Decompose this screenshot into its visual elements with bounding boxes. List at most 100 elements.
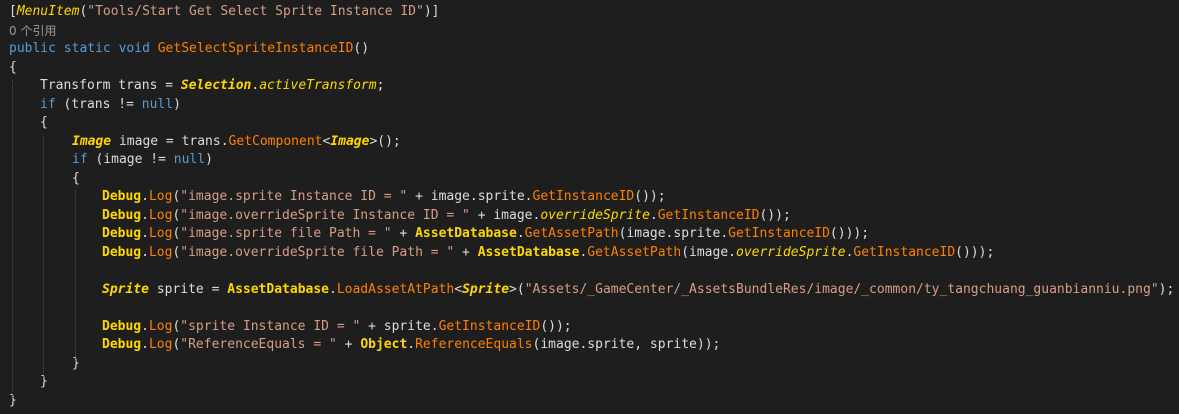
method-reference-equals: ReferenceEquals xyxy=(415,337,533,352)
signature-parens: () xyxy=(353,41,370,56)
class-debug: Debug xyxy=(102,226,142,241)
class-debug: Debug xyxy=(102,189,142,204)
code-text: . xyxy=(141,337,149,352)
code-text: ()); xyxy=(759,207,791,223)
code-text: . xyxy=(649,207,658,223)
string-literal: "image.overrideSprite file Path = " xyxy=(180,244,455,260)
code-text: ())); xyxy=(829,226,870,241)
method-log: Log xyxy=(148,207,173,223)
method-log: Log xyxy=(148,189,173,204)
code-line-brace-open: { xyxy=(0,114,1179,133)
code-text: (image.sprite. xyxy=(618,226,729,241)
code-text: . xyxy=(251,78,260,93)
generic-sprite: Sprite xyxy=(462,281,510,297)
type-sprite: Sprite xyxy=(102,281,149,297)
code-text: >( xyxy=(509,281,525,297)
method-get-asset-path: GetAssetPath xyxy=(524,226,619,241)
code-text: ) xyxy=(205,152,213,167)
attribute-close: )] xyxy=(423,4,440,19)
codelens-text[interactable]: 0 个引用 xyxy=(9,24,56,38)
method-log: Log xyxy=(148,226,173,241)
method-log: Log xyxy=(148,244,173,260)
code-line-if-trans: if (trans != null) xyxy=(0,96,1179,115)
code-line-signature: public static void GetSelectSpriteInstan… xyxy=(0,40,1179,59)
brace: { xyxy=(40,115,48,130)
method-get-asset-path: GetAssetPath xyxy=(587,244,682,260)
method-get-instance-id: GetInstanceID xyxy=(657,207,760,223)
keyword-public: public xyxy=(9,41,56,56)
code-text: + xyxy=(391,226,416,241)
code-line-brace-close: } xyxy=(0,355,1179,374)
code-text: ()); xyxy=(540,318,572,334)
code-text: . xyxy=(141,318,149,334)
code-line-debug-log: Debug.Log("image.overrideSprite file Pat… xyxy=(0,244,1179,263)
class-debug: Debug xyxy=(102,337,142,352)
code-editor[interactable]: [MenuItem("Tools/Start Get Select Sprite… xyxy=(0,0,1179,414)
code-line-attribute: [MenuItem("Tools/Start Get Select Sprite… xyxy=(0,3,1179,22)
code-text: sprite = xyxy=(148,281,228,297)
code-line-debug-log: Debug.Log("image.overrideSprite Instance… xyxy=(0,207,1179,226)
codelens-references[interactable]: 0 个引用 xyxy=(0,22,1179,41)
code-text: . xyxy=(141,189,149,204)
indent-guide xyxy=(75,191,76,363)
code-text: ())); xyxy=(955,244,995,260)
code-text: + sprite. xyxy=(360,318,439,334)
code-text: ); xyxy=(1158,281,1175,297)
code-text: + xyxy=(454,244,478,260)
brace: { xyxy=(9,59,17,75)
code-text: (trans != xyxy=(55,96,142,112)
string-literal: "ReferenceEquals = " xyxy=(180,337,337,352)
code-line-debug-log: Debug.Log("image.sprite file Path = " + … xyxy=(0,225,1179,244)
attribute-string: "Tools/Start Get Select Sprite Instance … xyxy=(87,4,424,19)
code-text: ) xyxy=(173,96,181,112)
attribute-name: MenuItem xyxy=(16,4,80,19)
code-text: (image. xyxy=(681,244,736,260)
code-line-if-image: if (image != null) xyxy=(0,151,1179,170)
code-text: image = trans. xyxy=(111,133,229,149)
code-text: . xyxy=(329,281,337,297)
indent-guide xyxy=(43,136,44,381)
keyword-null: null xyxy=(141,96,174,112)
code-text: < xyxy=(454,281,463,297)
class-asset-database: AssetDatabase xyxy=(415,226,517,241)
property-override-sprite: overrideSprite xyxy=(736,244,846,260)
code-line-brace-close: } xyxy=(0,373,1179,392)
code-line-brace-close: } xyxy=(0,392,1179,411)
code-line-brace-open: { xyxy=(0,59,1179,78)
code-text: >(); xyxy=(369,133,401,149)
code-text: ; xyxy=(376,78,385,93)
keyword-static: static xyxy=(63,41,111,56)
class-object: Object xyxy=(360,337,408,352)
method-get-instance-id: GetInstanceID xyxy=(853,244,956,260)
method-log: Log xyxy=(148,318,173,334)
code-text: + image. xyxy=(469,207,541,223)
method-load-asset-at-path: LoadAssetAtPath xyxy=(336,281,455,297)
keyword-if: if xyxy=(40,96,56,112)
code-text: (image.sprite, sprite)); xyxy=(532,337,721,352)
string-literal: "sprite Instance ID = " xyxy=(180,318,361,334)
class-debug: Debug xyxy=(102,207,142,223)
generic-image: Image xyxy=(330,133,370,149)
keyword-null: null xyxy=(173,152,206,167)
code-line-debug-log: Debug.Log("ReferenceEquals = " + Object.… xyxy=(0,336,1179,355)
method-name: GetSelectSpriteInstanceID xyxy=(157,41,354,56)
property-override-sprite: overrideSprite xyxy=(540,207,650,223)
code-line-debug-log: Debug.Log("image.sprite Instance ID = " … xyxy=(0,188,1179,207)
class-debug: Debug xyxy=(102,318,142,334)
code-text: . xyxy=(141,226,149,241)
code-text: + xyxy=(336,337,361,352)
class-debug: Debug xyxy=(102,244,142,260)
string-literal: "Assets/_GameCenter/_AssetsBundleRes/ima… xyxy=(524,281,1159,297)
method-get-instance-id: GetInstanceID xyxy=(532,189,635,204)
code-text: ()); xyxy=(634,189,666,204)
attribute-bracket: [ xyxy=(9,4,17,19)
code-text: . xyxy=(141,244,149,260)
type-transform: Transform xyxy=(40,78,111,93)
code-text: (image != xyxy=(87,152,174,167)
code-text: . xyxy=(141,207,149,223)
code-text: . xyxy=(407,337,416,352)
code-line-brace-open: { xyxy=(0,170,1179,189)
method-get-component: GetComponent xyxy=(228,133,323,149)
